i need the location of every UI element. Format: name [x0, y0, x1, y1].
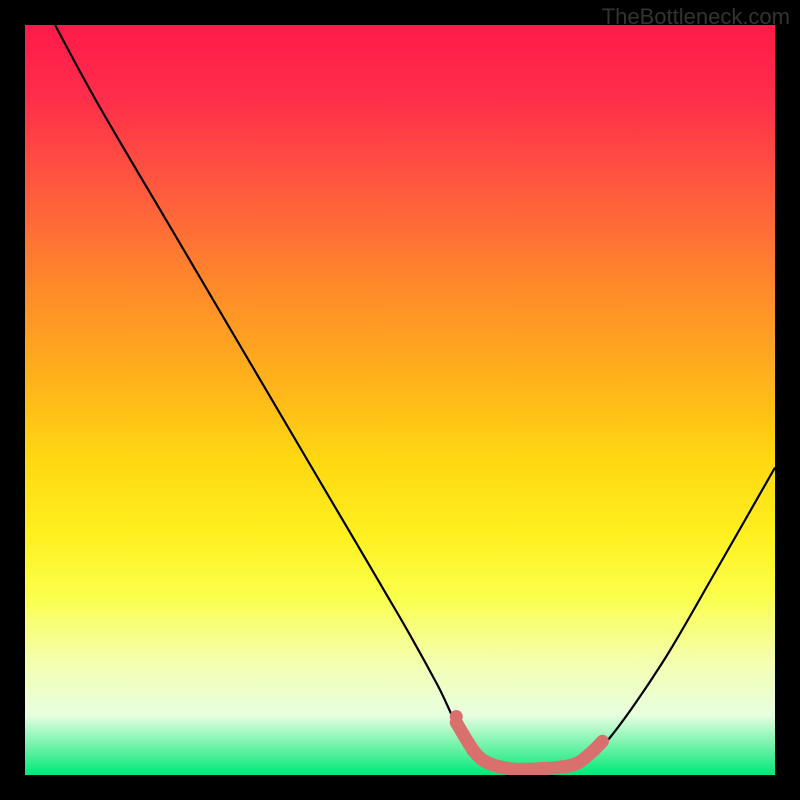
chart-svg — [25, 25, 775, 775]
highlight-dot — [450, 710, 463, 723]
watermark-text: TheBottleneck.com — [602, 4, 790, 30]
highlight-region-line — [456, 723, 602, 770]
plot-area — [25, 25, 775, 775]
main-curve-line — [55, 25, 775, 772]
highlight-dot — [467, 744, 480, 757]
